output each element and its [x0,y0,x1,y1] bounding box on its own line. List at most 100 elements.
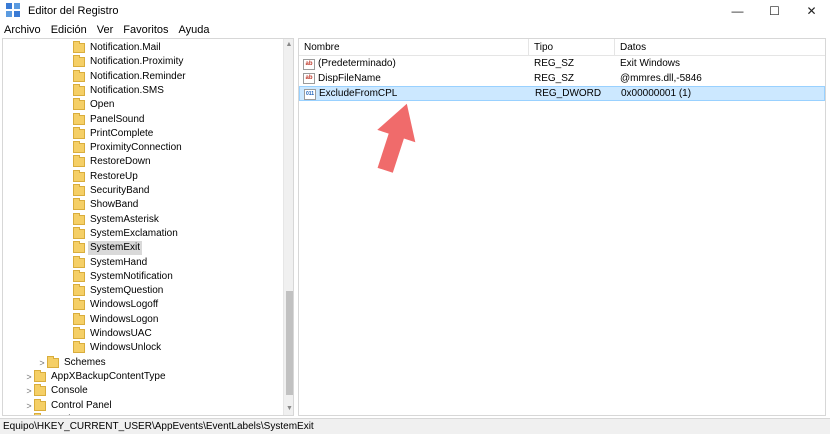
value-data: @mmres.dll,-5846 [620,72,702,84]
value-name: (Predeterminado) [318,58,396,69]
close-button[interactable]: ✕ [793,0,830,22]
tree-item-label: SystemHand [90,256,148,268]
tree-item-label: Notification.Mail [90,42,161,53]
tree-item-label: Schemes [64,356,106,368]
column-header-name[interactable]: Nombre [299,39,529,56]
tree-item-label: WindowsUAC [90,328,152,339]
tree-item-label: PrintComplete [90,127,154,139]
value-data: 0x00000001 (1) [621,88,692,99]
tree-item-label: Control Panel [51,399,112,411]
tree-item-label: SecurityBand [90,185,150,196]
maximize-button[interactable]: ☐ [756,0,793,22]
value-row[interactable]: ab DispFileName REG_SZ @mmres.dll,-5846 [299,72,825,87]
tree-item[interactable]: SecurityBand [63,184,151,198]
tree-item[interactable]: SystemAsterisk [63,212,161,227]
tree-item-label: Notification.SMS [90,84,164,96]
tree-item-label: SystemQuestion [90,285,164,297]
scroll-up-icon[interactable]: ▲ [284,39,293,51]
string-value-icon: ab [303,58,315,70]
value-row[interactable]: ab (Predeterminado) REG_SZ Exit Windows [299,57,825,72]
window-title: Editor del Registro [28,5,119,17]
tree-item[interactable]: > Schemes [37,355,108,370]
tree-item[interactable]: SystemQuestion [63,284,165,298]
column-header-type[interactable]: Tipo [529,39,615,56]
scrollbar-thumb[interactable] [286,291,293,395]
menu-ver[interactable]: Ver [97,24,114,36]
tree-item[interactable]: SystemHand [63,255,149,270]
tree-item[interactable]: WindowsUnlock [63,341,163,355]
column-header-data[interactable]: Datos [615,39,825,56]
tree-item[interactable]: > Console [24,384,90,398]
tree-item[interactable]: ProximityConnection [63,141,184,155]
tree-item-label: SystemNotification [90,270,173,282]
minimize-button[interactable]: — [719,0,756,22]
folder-icon [73,184,85,196]
value-row[interactable]: 011 ExcludeFromCPL REG_DWORD 0x00000001 (1) [299,86,825,101]
tree-item-label: AppXBackupContentType [51,370,166,382]
annotation-arrow-icon [377,103,416,173]
folder-icon [73,126,85,139]
folder-icon [73,198,85,211]
tree-item[interactable]: Notification.Reminder [63,69,188,84]
expand-chevron-icon[interactable]: > [24,372,34,382]
tree-item[interactable]: Environment [24,412,109,415]
folder-icon [73,284,85,297]
value-name: DispFileName [318,72,381,84]
folder-icon [73,69,85,82]
tree-item[interactable]: SystemNotification [63,269,175,284]
menu-edicion[interactable]: Edición [51,24,87,36]
tree-item[interactable]: > Control Panel [24,398,114,413]
folder-icon [73,98,85,111]
folder-icon [34,398,46,411]
folder-icon [34,412,46,415]
tree-item-label: Open [90,99,115,111]
tree-item-label: RestoreUp [90,170,138,182]
folder-icon [73,341,85,354]
tree-item-label: Notification.Proximity [90,56,184,68]
scroll-down-icon[interactable]: ▼ [284,403,293,415]
tree-item-label: WindowsUnlock [90,342,162,354]
tree-item[interactable]: Notification.Mail [63,41,163,55]
folder-icon [73,83,85,96]
tree-item-label: Console [51,385,88,397]
menu-ayuda[interactable]: Ayuda [179,24,210,36]
status-bar-path: Equipo\HKEY_CURRENT_USER\AppEvents\Event… [0,418,830,434]
folder-icon [34,369,46,382]
folder-icon [73,298,85,311]
tree-item-label: Notification.Reminder [90,70,186,82]
menu-archivo[interactable]: Archivo [4,24,41,36]
registry-editor-icon [6,3,22,19]
tree-item[interactable]: WindowsUAC [63,327,154,341]
tree-item[interactable]: PrintComplete [63,126,155,141]
menu-favoritos[interactable]: Favoritos [123,24,168,36]
tree-item[interactable]: > AppXBackupContentType [24,369,168,384]
tree-item-label: RestoreDown [90,156,151,168]
tree-item[interactable]: RestoreUp [63,169,140,184]
folder-icon [73,255,85,268]
tree-item[interactable]: WindowsLogon [63,312,160,327]
folder-icon [73,112,85,125]
tree-item-label: SystemExit [88,241,143,256]
folder-icon [73,155,85,168]
tree-item-label: SystemExclamation [90,227,178,239]
values-list[interactable]: Nombre Tipo Datos ab (Predeterminado) REG_… [298,38,826,416]
expand-chevron-icon[interactable]: > [24,401,34,411]
tree-item[interactable]: PanelSound [63,112,147,127]
tree-item[interactable]: Open [63,98,116,112]
registry-tree[interactable]: Notification.Mail Notification.Proximity N… [2,38,294,416]
folder-icon [73,212,85,225]
tree-item-label: WindowsLogon [90,313,159,325]
binary-value-icon: 011 [304,88,316,100]
tree-item[interactable]: Notification.Proximity [63,55,185,69]
tree-item[interactable]: WindowsLogoff [63,298,160,312]
tree-item[interactable]: RestoreDown [63,155,153,169]
expand-chevron-icon[interactable]: > [37,358,47,368]
tree-item[interactable]: Notification.SMS [63,83,166,98]
tree-item[interactable]: SystemExclamation [63,226,180,241]
tree-item-label: WindowsLogoff [90,299,159,311]
tree-scrollbar[interactable]: ▲ ▼ [283,39,293,415]
expand-chevron-icon[interactable]: > [24,386,34,396]
folder-icon [73,55,85,68]
tree-item[interactable]: SystemExit [63,241,143,256]
tree-item[interactable]: ShowBand [63,198,140,212]
